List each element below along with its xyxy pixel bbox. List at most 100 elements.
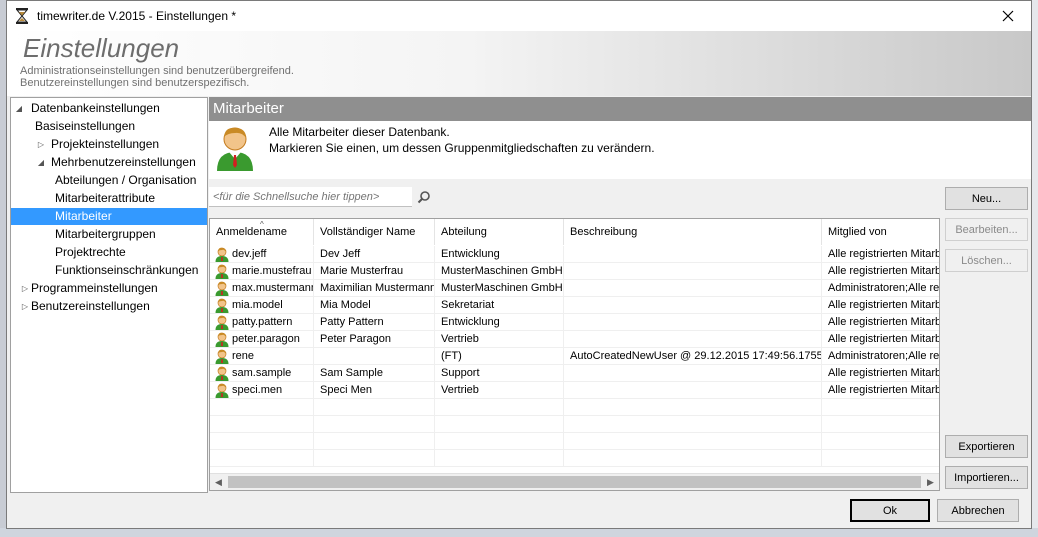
cell-department: [435, 450, 564, 467]
cell-member-of: [822, 416, 939, 433]
cell-description: [564, 433, 822, 450]
user-icon: [215, 281, 229, 296]
table-row[interactable]: patty.pattern Patty Pattern Entwicklung All…: [210, 314, 939, 331]
title-bar[interactable]: timewriter.de V.2015 - Einstellungen *: [7, 1, 1031, 31]
cell-member-of: Alle registrierten Mitarbe: [822, 263, 939, 280]
tree-item-programmeinstellungen[interactable]: Programmeinstellungen: [29, 280, 158, 297]
tree-item-projektrechte[interactable]: Projektrechte: [53, 244, 126, 261]
cell-text: marie.mustefrau: [232, 265, 312, 277]
column-header-abteilung[interactable]: Abteilung: [435, 219, 564, 245]
cell-member-of: Alle registrierten Mitarbe: [822, 331, 939, 348]
cell-description: [564, 399, 822, 416]
page-title: Einstellungen: [23, 33, 180, 63]
cell-member-of: Administratoren;Alle reg: [822, 280, 940, 297]
cell-text: Alle registrierten Mitarbe: [828, 248, 940, 260]
settings-tree[interactable]: ◢ Datenbankeinstellungen Basiseinstellun…: [10, 97, 208, 493]
cell-username: rene: [210, 348, 314, 365]
column-header-mitglied-von[interactable]: Mitglied von: [822, 219, 939, 245]
tree-item-funktionseinschraenkungen[interactable]: Funktionseinschränkungen: [53, 262, 198, 279]
info-line-1: Alle Mitarbeiter dieser Datenbank.: [269, 125, 450, 139]
desktop-background-bottom: [0, 528, 1038, 537]
cell-text: sam.sample: [232, 367, 292, 379]
tree-item-basiseinstellungen[interactable]: Basiseinstellungen: [33, 118, 135, 135]
column-header-anmeldename[interactable]: ^ Anmeldename: [210, 219, 314, 245]
user-icon: [215, 349, 229, 364]
delete-button[interactable]: Löschen...: [945, 249, 1028, 272]
cell-department: (FT): [435, 348, 564, 365]
table-header: ^ Anmeldename Vollständiger Name Abteilu…: [210, 219, 939, 245]
search-icon[interactable]: [417, 190, 431, 204]
header-subtitle-admin: Administrationseinstellungen sind benutz…: [20, 65, 294, 77]
table-row[interactable]: max.mustermann Maximilian Mustermann Muste…: [210, 280, 940, 297]
settings-window: timewriter.de V.2015 - Einstellungen * E…: [6, 0, 1032, 529]
cell-full-name: Dev Jeff: [314, 246, 435, 263]
tree-item-projekteinstellungen[interactable]: Projekteinstellungen: [49, 136, 159, 153]
expand-toggle-icon[interactable]: ◢: [14, 100, 24, 117]
table-row: [210, 433, 939, 450]
tree-item-benutzereinstellungen[interactable]: Benutzereinstellungen: [29, 298, 150, 315]
cell-text: Patty Pattern: [320, 316, 384, 328]
column-header-vollstaendiger-name[interactable]: Vollständiger Name: [314, 219, 435, 245]
cell-department: Entwicklung: [435, 314, 564, 331]
collapse-toggle-icon[interactable]: ▷: [36, 136, 46, 153]
table-row: [210, 450, 939, 467]
cell-description: [564, 382, 822, 399]
cell-text: Administratoren;Alle reg: [828, 350, 940, 362]
cell-text: Alle registrierten Mitarbe: [828, 367, 940, 379]
cell-description: AutoCreatedNewUser @ 29.12.2015 17:49:56…: [564, 348, 822, 365]
cell-text: Speci Men: [320, 384, 372, 396]
export-button[interactable]: Exportieren: [945, 435, 1028, 458]
new-button[interactable]: Neu...: [945, 187, 1028, 210]
info-line-2: Markieren Sie einen, um dessen Gruppenmi…: [269, 141, 655, 155]
cell-username: sam.sample: [210, 365, 314, 382]
column-header-beschreibung[interactable]: Beschreibung: [564, 219, 822, 245]
table-row[interactable]: speci.men Speci Men Vertrieb Alle registrie…: [210, 382, 939, 399]
table-row[interactable]: peter.paragon Peter Paragon Vertrieb Alle r…: [210, 331, 939, 348]
tree-item-mehrbenutzereinstellungen[interactable]: Mehrbenutzereinstellungen: [49, 154, 196, 171]
cell-member-of: Alle registrierten Mitarbe: [822, 365, 940, 382]
import-button[interactable]: Importieren...: [945, 466, 1028, 489]
cell-text: Peter Paragon: [320, 333, 391, 345]
tree-item-datenbankeinstellungen[interactable]: Datenbankeinstellungen: [29, 100, 160, 117]
tree-item-mitarbeiter[interactable]: Mitarbeiter: [11, 208, 207, 225]
user-icon: [215, 247, 229, 262]
quick-search-input[interactable]: [209, 187, 412, 207]
panel-title: Mitarbeiter: [209, 97, 1031, 121]
ok-button[interactable]: Ok: [850, 499, 930, 522]
tree-item-mitarbeiterattribute[interactable]: Mitarbeiterattribute: [53, 190, 155, 207]
cell-department: MusterMaschinen GmbH: [435, 263, 564, 280]
tree-item-mitarbeitergruppen[interactable]: Mitarbeitergruppen: [53, 226, 156, 243]
cell-text: Administratoren;Alle reg: [828, 282, 940, 294]
horizontal-scrollbar[interactable]: ◀ ▶: [210, 473, 939, 490]
user-icon: [217, 127, 253, 171]
cell-text: dev.jeff: [232, 248, 267, 260]
table-row[interactable]: sam.sample Sam Sample Support Alle registri…: [210, 365, 940, 382]
cell-description: [564, 246, 822, 263]
tree-item-abteilungen[interactable]: Abteilungen / Organisation: [53, 172, 196, 189]
employee-table[interactable]: ^ Anmeldename Vollständiger Name Abteilu…: [209, 218, 940, 491]
edit-button[interactable]: Bearbeiten...: [945, 218, 1028, 241]
cell-full-name: [314, 433, 435, 450]
cell-full-name: Patty Pattern: [314, 314, 435, 331]
cancel-button[interactable]: Abbrechen: [937, 499, 1019, 522]
scroll-right-icon[interactable]: ▶: [922, 474, 939, 490]
table-row[interactable]: rene (FT) AutoCreatedNewUser @ 29.12.2015…: [210, 348, 940, 365]
user-icon: [215, 264, 229, 279]
table-row[interactable]: dev.jeff Dev Jeff Entwicklung Alle registri…: [210, 246, 940, 263]
cell-full-name: [314, 399, 435, 416]
expand-toggle-icon[interactable]: ◢: [36, 154, 46, 171]
table-row[interactable]: mia.model Mia Model Sekretariat Alle regist…: [210, 297, 939, 314]
cell-description: [564, 416, 822, 433]
scroll-left-icon[interactable]: ◀: [210, 474, 227, 490]
cell-department: MusterMaschinen GmbH: [435, 280, 564, 297]
cell-text: (FT): [441, 350, 462, 362]
window-title: timewriter.de V.2015 - Einstellungen *: [37, 9, 237, 23]
cell-description: [564, 314, 822, 331]
cell-full-name: [314, 348, 435, 365]
close-button[interactable]: [985, 1, 1031, 31]
scrollbar-thumb[interactable]: [228, 476, 921, 488]
cell-department: Vertrieb: [435, 382, 564, 399]
table-row[interactable]: marie.mustefrau Marie Musterfrau MusterMas…: [210, 263, 939, 280]
cell-full-name: Speci Men: [314, 382, 435, 399]
cell-description: [564, 280, 822, 297]
